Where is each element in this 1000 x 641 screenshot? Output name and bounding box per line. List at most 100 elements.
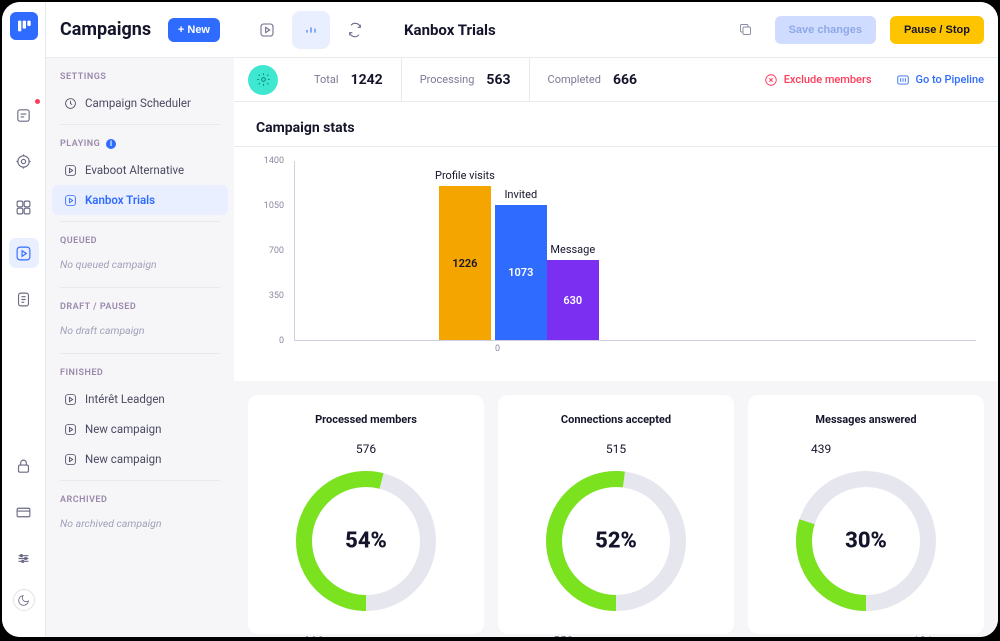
pause-button[interactable]: Pause / Stop xyxy=(890,16,984,44)
stat-processing: Processing 563 xyxy=(402,58,530,101)
bar-label: Profile visits xyxy=(435,169,495,182)
sidebar-item-label: Intérêt Leadgen xyxy=(85,392,165,406)
stat-total: Total 1242 xyxy=(296,58,402,101)
donut-percent: 54% xyxy=(345,529,387,554)
gear-icon[interactable] xyxy=(248,65,278,95)
play-icon xyxy=(64,393,77,406)
statbar: Total 1242 Processing 563 Completed 666 … xyxy=(234,58,998,102)
section-draft: DRAFT / PAUSED xyxy=(46,288,234,318)
rail-theme-icon[interactable] xyxy=(13,589,35,611)
tab-stats-icon[interactable] xyxy=(292,11,330,49)
card-title: Messages answered xyxy=(815,413,916,426)
sidebar-item-label: Kanbox Trials xyxy=(85,193,155,207)
new-campaign-button[interactable]: + New xyxy=(168,18,220,42)
sidebar-item-label: Evaboot Alternative xyxy=(85,163,184,177)
section-archived: ARCHIVED xyxy=(46,481,234,511)
stat-label: Processing xyxy=(420,73,475,86)
copy-icon[interactable] xyxy=(731,15,761,45)
play-icon xyxy=(64,164,77,177)
save-button: Save changes xyxy=(775,16,876,44)
rail-target-icon[interactable] xyxy=(9,146,39,176)
x-circle-icon xyxy=(764,73,778,87)
play-icon xyxy=(64,453,77,466)
stat-cards: Processed members 576 54% 666 Connection… xyxy=(234,381,998,634)
stat-completed: Completed 666 xyxy=(530,58,656,101)
play-icon xyxy=(64,194,77,207)
section-settings: SETTINGS xyxy=(46,58,234,88)
card-answered: Messages answered 439 30% 191 xyxy=(748,395,984,634)
rail-campaigns-icon[interactable] xyxy=(9,238,39,268)
sidebar-item-interet[interactable]: Intérêt Leadgen xyxy=(46,384,234,414)
topbar: Kanbox Trials Save changes Pause / Stop xyxy=(234,2,998,58)
info-icon[interactable]: i xyxy=(106,139,116,149)
donut-bottom-value: 191 xyxy=(913,634,933,637)
stat-label: Completed xyxy=(548,73,601,86)
y-tick: 0 xyxy=(279,336,284,346)
donut-percent: 52% xyxy=(595,529,637,554)
card-accepted: Connections accepted 515 52% 558 xyxy=(498,395,734,634)
bar-value: 1226 xyxy=(439,186,491,340)
section-finished: FINISHED xyxy=(46,354,234,384)
bar-profile-visits: Profile visits 1226 xyxy=(435,169,495,340)
clock-icon xyxy=(64,97,77,110)
link-label: Exclude members xyxy=(784,73,872,86)
y-tick: 1400 xyxy=(264,156,284,166)
pipeline-icon xyxy=(896,73,910,87)
draft-empty: No draft campaign xyxy=(46,318,234,347)
bar-message: Message 630 xyxy=(547,243,599,340)
card-processed: Processed members 576 54% 666 xyxy=(248,395,484,634)
rail-doc-icon[interactable] xyxy=(9,284,39,314)
exclude-members-link[interactable]: Exclude members xyxy=(764,73,872,87)
sidebar-item-label: New campaign xyxy=(85,422,161,436)
rail-card-icon[interactable] xyxy=(9,497,39,527)
campaign-title: Kanbox Trials xyxy=(404,21,725,39)
queued-empty: No queued campaign xyxy=(46,252,234,281)
donut-top-value: 576 xyxy=(356,442,376,456)
rail-sliders-icon[interactable] xyxy=(9,543,39,573)
donut-bottom-value: 666 xyxy=(303,634,323,637)
stat-value: 1242 xyxy=(351,72,383,88)
bar-invited: Invited 1073 xyxy=(495,188,547,340)
stats-section-title: Campaign stats xyxy=(234,102,998,147)
tab-sync-icon[interactable] xyxy=(336,11,374,49)
card-title: Connections accepted xyxy=(561,413,671,426)
rail-lock-icon[interactable] xyxy=(9,451,39,481)
sidebar-item-new2[interactable]: New campaign xyxy=(46,444,234,474)
tab-play-icon[interactable] xyxy=(248,11,286,49)
section-queued: QUEUED xyxy=(46,222,234,252)
nav-rail xyxy=(2,2,46,637)
bar-label: Invited xyxy=(504,188,537,201)
sidebar-item-evaboot[interactable]: Evaboot Alternative xyxy=(46,155,234,185)
main: Kanbox Trials Save changes Pause / Stop … xyxy=(234,2,998,637)
go-pipeline-link[interactable]: Go to Pipeline xyxy=(896,73,985,87)
stat-value: 563 xyxy=(486,72,510,88)
y-tick: 350 xyxy=(269,291,284,301)
archived-empty: No archived campaign xyxy=(46,511,234,540)
bar-value: 630 xyxy=(547,260,599,340)
rail-inbox-icon[interactable] xyxy=(9,100,39,130)
sidebar-item-new1[interactable]: New campaign xyxy=(46,414,234,444)
notification-dot xyxy=(34,98,41,105)
play-icon xyxy=(64,423,77,436)
rail-grid-icon[interactable] xyxy=(9,192,39,222)
chart-container: 1400 1050 700 350 0 Profile visits 1226 xyxy=(234,147,998,381)
bar-value: 1073 xyxy=(495,205,547,340)
donut-bottom-value: 558 xyxy=(553,634,573,637)
card-title: Processed members xyxy=(315,413,417,426)
link-label: Go to Pipeline xyxy=(916,73,985,86)
sidebar-item-kanbox[interactable]: Kanbox Trials xyxy=(52,185,228,215)
sidebar: Campaigns + New SETTINGS Campaign Schedu… xyxy=(46,2,234,637)
bar-label: Message xyxy=(550,243,595,256)
stat-value: 666 xyxy=(613,72,637,88)
stat-label: Total xyxy=(314,73,339,86)
sidebar-item-scheduler[interactable]: Campaign Scheduler xyxy=(46,88,234,118)
y-axis: 1400 1050 700 350 0 xyxy=(256,161,288,341)
donut-top-value: 515 xyxy=(606,442,626,456)
app-logo[interactable] xyxy=(10,12,38,40)
donut-top-value: 439 xyxy=(811,442,831,456)
sidebar-title: Campaigns xyxy=(60,19,151,40)
section-playing: PLAYING i xyxy=(46,125,234,155)
sidebar-item-label: Campaign Scheduler xyxy=(85,96,191,110)
y-tick: 1050 xyxy=(264,201,284,211)
donut-percent: 30% xyxy=(845,529,887,554)
